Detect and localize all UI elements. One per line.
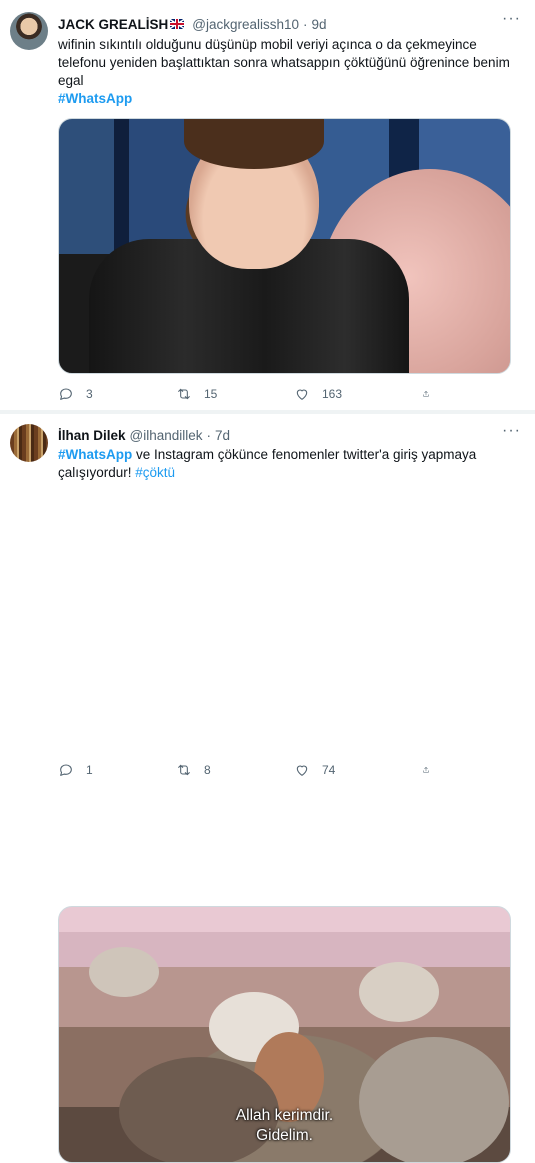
retweet-icon [178, 764, 190, 776]
like-count: 74 [322, 763, 336, 777]
hashtag-link[interactable]: #WhatsApp [58, 91, 132, 106]
tweet-image[interactable] [58, 118, 511, 374]
heart-icon [296, 389, 308, 400]
dot-separator: · [303, 16, 308, 32]
retweet-button[interactable]: 15 [176, 386, 294, 402]
tweet-actions: 1 8 74 [58, 761, 455, 779]
reply-button[interactable]: 1 [58, 762, 176, 778]
tweet-header: İlhan Dilek @ilhandillek · 7d [58, 426, 495, 444]
hashtag-link-2[interactable]: #çöktü [135, 465, 175, 480]
image-figure [89, 947, 159, 997]
retweet-count: 15 [204, 387, 218, 401]
reply-button[interactable]: 3 [58, 386, 176, 402]
reply-icon [60, 764, 72, 776]
more-options-icon[interactable]: ··· [502, 423, 521, 439]
share-icon [423, 391, 429, 397]
author-handle[interactable]: @jackgrealissh10 [192, 17, 299, 32]
tweet-2[interactable]: İlhan Dilek @ilhandillek · 7d ··· #Whats… [0, 414, 535, 1163]
author-name[interactable]: JACK GREALİSH [58, 17, 168, 32]
more-options-icon[interactable]: ··· [502, 11, 521, 27]
retweet-button[interactable]: 8 [176, 762, 294, 778]
tweet-time[interactable]: 7d [215, 428, 230, 443]
share-button[interactable] [422, 386, 442, 402]
share-icon [423, 767, 429, 773]
avatar[interactable] [10, 12, 48, 50]
tweet-text: wifinin sıkıntılı olduğunu düşünüp mobil… [58, 36, 517, 108]
hashtag-link[interactable]: #WhatsApp [58, 447, 132, 462]
like-count: 163 [322, 387, 343, 401]
tweet-image[interactable]: Allah kerimdir. Gidelim. [58, 906, 511, 1163]
reply-count: 3 [86, 387, 93, 401]
tweet-1[interactable]: JACK GREALİSH @jackgrealissh10 · 9d ··· … [0, 0, 535, 410]
share-button[interactable] [422, 762, 442, 778]
like-button[interactable]: 163 [294, 386, 412, 402]
retweet-icon [178, 388, 190, 400]
like-button[interactable]: 74 [294, 762, 412, 778]
uk-flag-icon [170, 19, 185, 29]
tweet-header: JACK GREALİSH @jackgrealissh10 · 9d [58, 15, 495, 33]
author-handle[interactable]: @ilhandillek [130, 428, 203, 443]
heart-icon [296, 765, 308, 776]
reply-count: 1 [86, 763, 93, 777]
subtitle-line: Allah kerimdir. [235, 1107, 334, 1124]
video-subtitle: Allah kerimdir. Gidelim. [59, 1106, 510, 1146]
author-name[interactable]: İlhan Dilek [58, 428, 126, 443]
image-figure [359, 962, 439, 1022]
tweet-body: wifinin sıkıntılı olduğunu düşünüp mobil… [58, 37, 510, 88]
retweet-count: 8 [204, 763, 211, 777]
subtitle-line: Gidelim. [256, 1127, 313, 1144]
tweet-time[interactable]: 9d [312, 17, 327, 32]
avatar[interactable] [10, 424, 48, 462]
tweet-actions: 3 15 163 [58, 385, 455, 403]
tweet-text: #WhatsApp ve Instagram çökünce fenomenle… [58, 446, 517, 482]
reply-icon [60, 388, 72, 400]
dot-separator: · [206, 427, 212, 443]
